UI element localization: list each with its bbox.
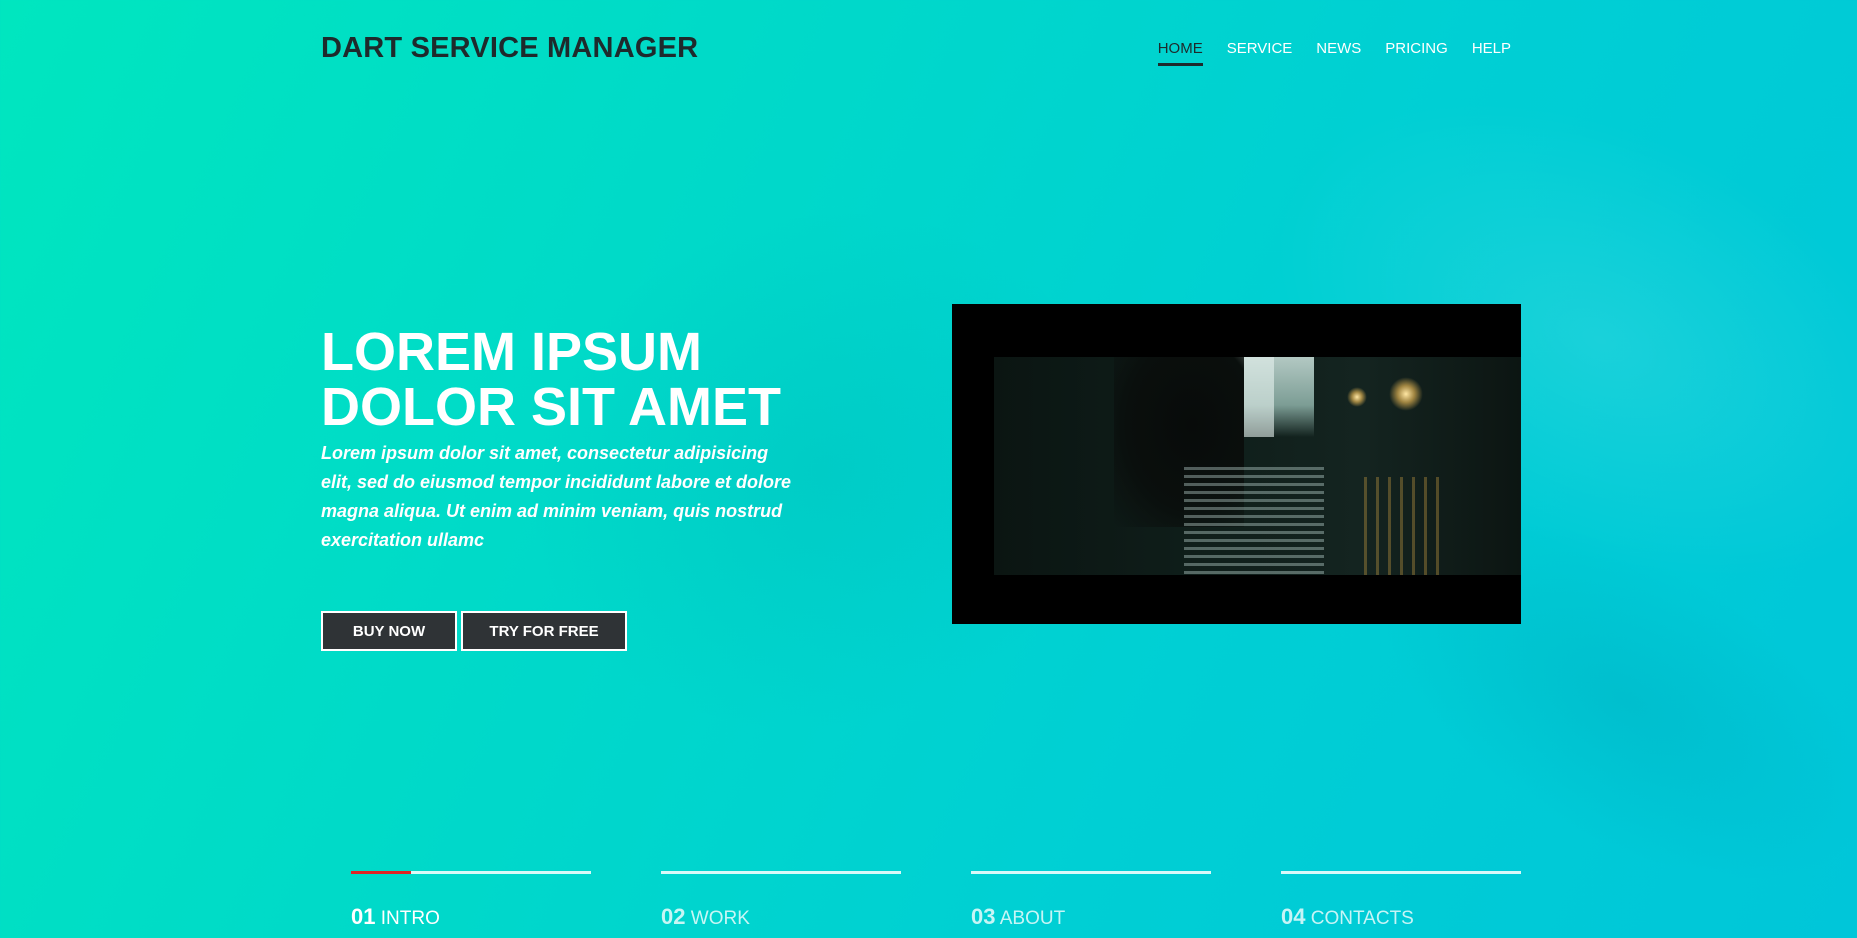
buy-now-button[interactable]: BUY NOW: [321, 611, 457, 651]
section-number: 03: [971, 904, 996, 929]
nav-item-home[interactable]: HOME: [1157, 40, 1203, 66]
section-progress-fill: [351, 871, 411, 874]
video-scene-lamp: [1347, 387, 1367, 407]
section-title: INTRO: [380, 908, 440, 929]
section-work[interactable]: 02 WORK: [661, 871, 901, 930]
section-label: 03 ABOUT: [971, 904, 1211, 930]
section-title: ABOUT: [999, 908, 1066, 929]
section-title: WORK: [690, 908, 750, 929]
hero-title: LOREM IPSUM DOLOR SIT AMET: [321, 325, 821, 435]
site-header: DART SERVICE MANAGER HOME SERVICE NEWS P…: [321, 28, 1520, 72]
section-progress-track: [661, 871, 901, 874]
section-label: 02 WORK: [661, 904, 901, 930]
video-scene-lamp: [1389, 377, 1423, 411]
hero-buttons: BUY NOW TRY FOR FREE: [321, 611, 627, 651]
section-about[interactable]: 03 ABOUT: [971, 871, 1211, 930]
section-progress-track: [971, 871, 1211, 874]
section-title: CONTACTS: [1310, 908, 1414, 929]
video-scene-lamp-reflection: [1364, 477, 1444, 575]
hero-section: LOREM IPSUM DOLOR SIT AMET Lorem ipsum d…: [321, 325, 821, 573]
section-contacts[interactable]: 04 CONTACTS: [1281, 871, 1521, 930]
section-number: 04: [1281, 904, 1306, 929]
brand-logo[interactable]: DART SERVICE MANAGER: [321, 32, 698, 65]
try-for-free-button[interactable]: TRY FOR FREE: [461, 611, 627, 651]
section-progress-track: [1281, 871, 1521, 874]
video-frame: [994, 357, 1521, 575]
video-player[interactable]: [952, 304, 1521, 624]
nav-item-news[interactable]: NEWS: [1316, 40, 1361, 66]
hero-title-line-2: DOLOR SIT AMET: [321, 377, 781, 437]
nav-item-help[interactable]: HELP: [1472, 40, 1511, 66]
main-nav: HOME SERVICE NEWS PRICING HELP: [1157, 40, 1511, 66]
section-progress-track: [351, 871, 591, 874]
nav-item-pricing[interactable]: PRICING: [1385, 40, 1448, 66]
hero-title-line-1: LOREM IPSUM: [321, 322, 703, 382]
video-scene-reflection: [1184, 467, 1324, 575]
section-number: 01: [351, 904, 376, 929]
section-label: 01 INTRO: [351, 904, 591, 930]
nav-item-service[interactable]: SERVICE: [1227, 40, 1293, 66]
hero-description: Lorem ipsum dolor sit amet, consectetur …: [321, 443, 792, 550]
section-intro[interactable]: 01 INTRO: [351, 871, 591, 930]
section-number: 02: [661, 904, 686, 929]
section-label: 04 CONTACTS: [1281, 904, 1521, 930]
